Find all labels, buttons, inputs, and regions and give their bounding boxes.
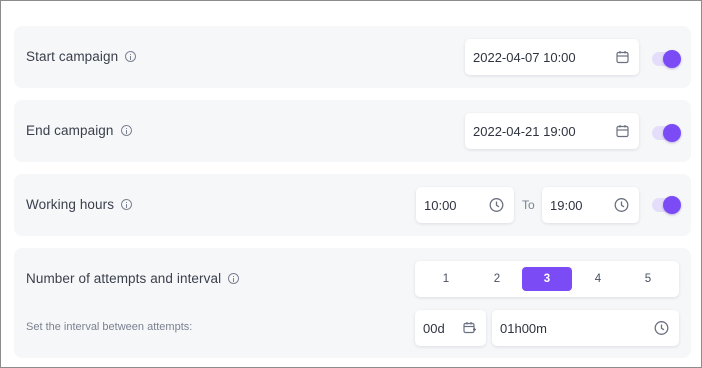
attempts-option-1[interactable]: 1	[421, 267, 471, 291]
working-hours-label: Working hours	[26, 197, 115, 212]
info-icon[interactable]	[125, 51, 137, 62]
interval-label: Set the interval between attempts:	[26, 321, 193, 333]
attempts-segmented-control: 1 2 3 4 5	[415, 261, 679, 297]
end-campaign-datetime-value: 2022-04-21 19:00	[473, 123, 576, 139]
start-campaign-row: Start campaign 2022-04-07 10:00	[14, 26, 691, 88]
calendar-add-icon[interactable]	[463, 322, 476, 335]
info-icon[interactable]	[120, 125, 132, 136]
interval-days-input[interactable]: 00d	[415, 310, 486, 346]
info-icon[interactable]	[121, 199, 133, 210]
start-campaign-datetime-value: 2022-04-07 10:00	[473, 49, 576, 65]
clock-icon[interactable]	[489, 198, 504, 213]
interval-time-input[interactable]: 01h00m	[492, 310, 679, 346]
working-hours-row: Working hours 10:00 To 19:00	[14, 174, 691, 236]
calendar-icon[interactable]	[616, 125, 629, 138]
toggle-knob	[663, 196, 681, 214]
attempts-option-5[interactable]: 5	[623, 267, 673, 291]
campaign-schedule-panel: Start campaign 2022-04-07 10:00 End camp…	[0, 0, 702, 368]
end-campaign-row: End campaign 2022-04-21 19:00	[14, 100, 691, 162]
end-campaign-label: End campaign	[26, 123, 114, 138]
end-campaign-datetime-input[interactable]: 2022-04-21 19:00	[465, 113, 639, 149]
attempts-option-3[interactable]: 3	[522, 267, 572, 291]
start-campaign-datetime-input[interactable]: 2022-04-07 10:00	[465, 39, 639, 75]
working-hours-label-group: Working hours	[26, 197, 133, 212]
attempts-option-2[interactable]: 2	[472, 267, 522, 291]
attempts-row: Number of attempts and interval 1 2 3 4 …	[14, 248, 691, 358]
start-campaign-label-group: Start campaign	[26, 49, 137, 64]
end-campaign-toggle[interactable]	[652, 124, 681, 142]
attempts-label-group: Number of attempts and interval	[26, 271, 240, 286]
to-label: To	[522, 198, 535, 212]
clock-icon[interactable]	[654, 321, 669, 336]
start-campaign-toggle[interactable]	[652, 50, 681, 68]
end-campaign-label-group: End campaign	[26, 123, 132, 138]
interval-days-value: 00d	[423, 320, 445, 336]
attempts-option-4[interactable]: 4	[573, 267, 623, 291]
working-hours-toggle[interactable]	[652, 196, 681, 214]
clock-icon[interactable]	[614, 198, 629, 213]
toggle-knob	[663, 50, 681, 68]
calendar-icon[interactable]	[616, 51, 629, 64]
interval-time-value: 01h00m	[500, 320, 547, 336]
info-icon[interactable]	[228, 273, 240, 284]
working-hours-to-input[interactable]: 19:00	[542, 187, 639, 223]
working-hours-from-input[interactable]: 10:00	[416, 187, 514, 223]
toggle-knob	[663, 124, 681, 142]
start-campaign-label: Start campaign	[26, 49, 119, 64]
attempts-label: Number of attempts and interval	[26, 271, 222, 286]
